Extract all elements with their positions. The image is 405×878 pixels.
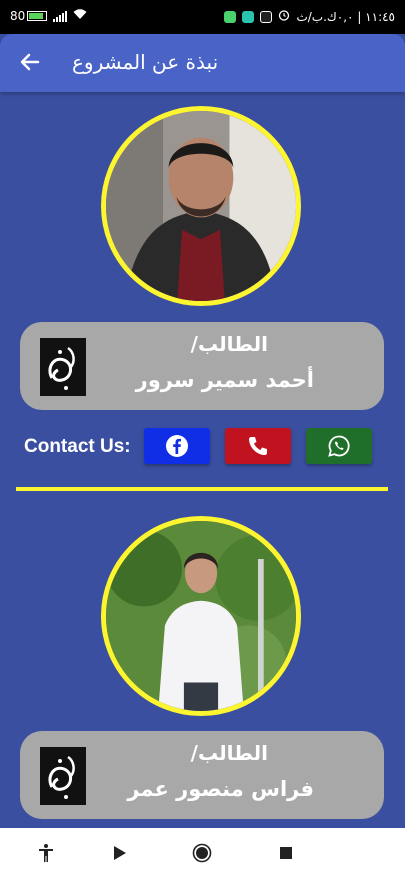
student-2-photo — [101, 516, 301, 716]
whatsapp-icon — [328, 435, 350, 457]
calligraphy-logo — [40, 338, 86, 396]
battery-icon — [27, 11, 48, 21]
student-label: الطالب/ — [190, 741, 268, 765]
notification-telegram-icon — [260, 10, 273, 23]
student-1-card: الطالب/ أحمد سمير سرور — [20, 322, 384, 410]
status-right: ١١:٤٥ | ٠,٠ك.ب/ث — [224, 9, 395, 24]
nav-home-button[interactable] — [192, 843, 212, 863]
contact-row: Contact Us: — [24, 428, 384, 470]
person-photo-icon — [106, 111, 296, 301]
about-project-content[interactable]: الطالب/ أحمد سمير سرور Contact Us: الطال… — [0, 92, 405, 828]
status-time: ١١:٤٥ | ٠,٠ك.ب/ث — [296, 9, 395, 24]
nav-back-button[interactable] — [110, 843, 130, 863]
battery-indicator: 80 — [10, 9, 48, 23]
status-left: 80 — [10, 9, 87, 23]
back-triangle-icon — [114, 846, 126, 860]
student-1-photo — [101, 106, 301, 306]
battery-percent: 80 — [10, 9, 26, 23]
facebook-icon — [166, 435, 188, 457]
phone-icon — [249, 437, 267, 455]
student-name: أحمد سمير سرور — [135, 368, 314, 392]
status-bar: 80 ١١:٤٥ | ٠,٠ك.ب/ث — [0, 0, 405, 34]
student-2-card: الطالب/ فراس منصور عمر — [20, 731, 384, 819]
phone-button[interactable] — [225, 428, 291, 464]
section-divider — [16, 487, 388, 491]
whatsapp-button[interactable] — [306, 428, 372, 464]
calligraphy-logo — [40, 747, 86, 805]
signal-icon — [53, 10, 68, 22]
accessibility-button[interactable] — [36, 843, 56, 863]
arrow-left-icon — [20, 53, 40, 71]
student-name: فراس منصور عمر — [127, 777, 314, 801]
facebook-button[interactable] — [144, 428, 210, 464]
notification-app-icon — [224, 10, 237, 23]
student-label: الطالب/ — [190, 332, 268, 356]
nav-recents-button[interactable] — [276, 843, 296, 863]
app-bar: نبذة عن المشروع — [0, 34, 405, 92]
recents-square-icon — [280, 847, 292, 859]
notification-shield-icon — [242, 10, 255, 23]
back-button[interactable] — [16, 48, 44, 76]
home-circle-icon — [192, 843, 212, 863]
contact-label: Contact Us: — [24, 436, 131, 457]
system-nav-bar — [0, 828, 405, 878]
person-photo-icon — [106, 521, 296, 711]
accessibility-icon — [39, 844, 53, 862]
alarm-icon — [278, 9, 290, 24]
page-title: نبذة عن المشروع — [72, 50, 219, 74]
wifi-icon — [73, 9, 87, 23]
